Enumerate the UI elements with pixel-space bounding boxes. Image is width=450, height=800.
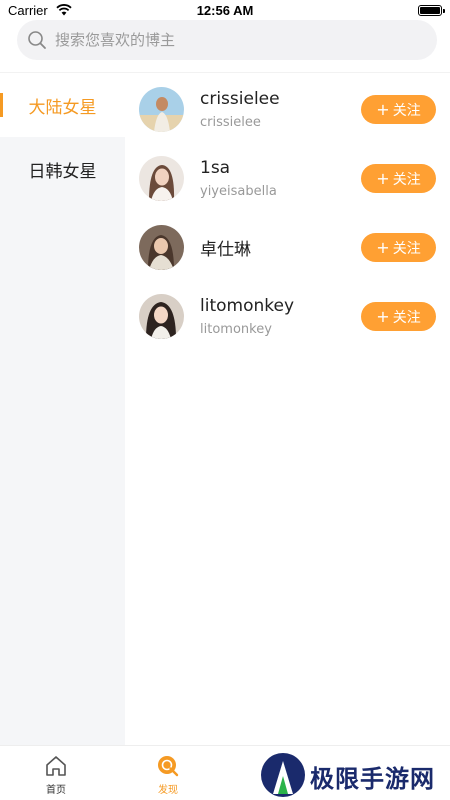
- list-item[interactable]: 1sa yiyeisabella + 关注: [125, 142, 450, 211]
- search-bar[interactable]: [17, 20, 437, 60]
- battery-icon: [418, 5, 445, 16]
- home-icon: [46, 756, 66, 776]
- category-sidebar: 大陆女星 日韩女星: [0, 73, 125, 745]
- search-icon: [28, 31, 46, 49]
- active-indicator: [0, 93, 3, 117]
- blogger-name: litomonkey: [200, 296, 295, 316]
- list-item[interactable]: litomonkey litomonkey + 关注: [125, 280, 450, 349]
- status-bar: Carrier 12:56 AM: [0, 0, 450, 22]
- discover-icon: [158, 756, 179, 777]
- blogger-handle: crissielee: [200, 115, 261, 130]
- category-japan-korea-actresses[interactable]: 日韩女星: [0, 137, 125, 201]
- blogger-name: 1sa: [200, 158, 231, 178]
- avatar[interactable]: [139, 156, 184, 201]
- plus-icon: +: [376, 238, 390, 257]
- category-label: 日韩女星: [28, 161, 97, 182]
- watermark: 极限手游网: [258, 752, 448, 798]
- watermark-text: 极限手游网: [310, 764, 435, 793]
- list-item[interactable]: crissielee crissielee + 关注: [125, 73, 450, 142]
- tab-home[interactable]: 首页: [11, 746, 101, 800]
- tab-discover[interactable]: 发现: [123, 746, 213, 800]
- category-label: 大陆女星: [28, 97, 97, 118]
- blogger-handle: litomonkey: [200, 322, 272, 337]
- watermark-logo-icon: [261, 753, 305, 797]
- plus-icon: +: [376, 307, 390, 326]
- blogger-handle: yiyeisabella: [200, 184, 277, 199]
- status-time: 12:56 AM: [196, 3, 254, 18]
- follow-button[interactable]: + 关注: [361, 164, 436, 193]
- tab-label: 首页: [46, 785, 66, 796]
- avatar[interactable]: [139, 225, 184, 270]
- tab-label: 发现: [158, 785, 178, 796]
- blogger-list: crissielee crissielee + 关注 1sa yiyeisabel…: [125, 73, 450, 349]
- blogger-name: 卓仕琳: [200, 240, 251, 260]
- follow-button[interactable]: + 关注: [361, 302, 436, 331]
- follow-button[interactable]: + 关注: [361, 95, 436, 124]
- avatar[interactable]: [139, 294, 184, 339]
- category-mainland-actresses[interactable]: 大陆女星: [0, 73, 125, 137]
- plus-icon: +: [376, 100, 390, 119]
- avatar[interactable]: [139, 87, 184, 132]
- blogger-name: crissielee: [200, 89, 280, 109]
- search-input[interactable]: [55, 20, 425, 60]
- follow-button[interactable]: + 关注: [361, 233, 436, 262]
- plus-icon: +: [376, 169, 390, 188]
- list-item[interactable]: 卓仕琳 + 关注: [125, 211, 450, 280]
